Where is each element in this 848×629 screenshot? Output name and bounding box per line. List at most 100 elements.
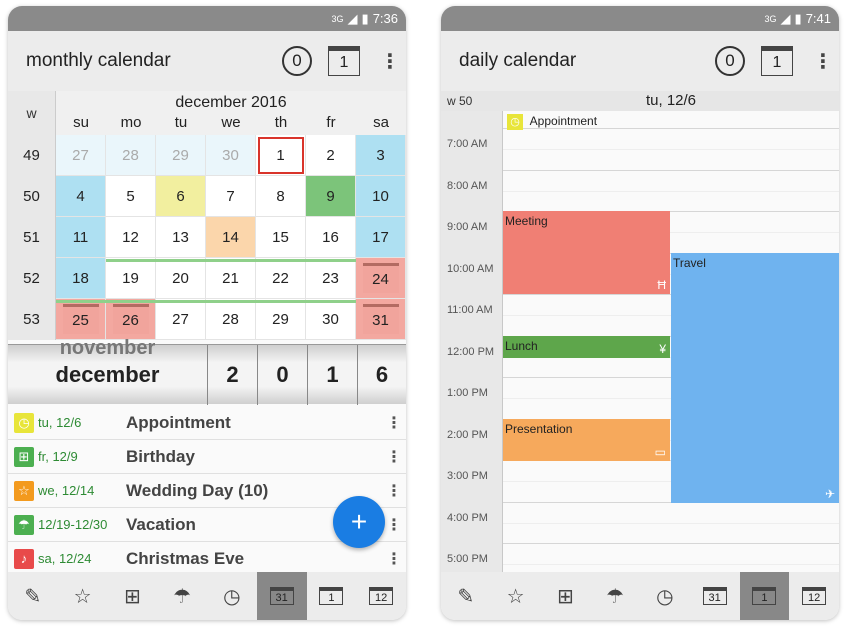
day-cell[interactable]: 27 — [156, 299, 206, 340]
day-cell[interactable]: 19 — [106, 258, 156, 299]
nav-day-button[interactable]: 1 — [739, 572, 790, 620]
month-wheel[interactable]: november december — [8, 337, 208, 405]
year-digit-wheel[interactable]: 2 — [208, 345, 258, 405]
status-bar: 3G ◢ ▮ 7:41 — [441, 6, 839, 31]
day-cell[interactable]: 21 — [206, 258, 256, 299]
day-cell[interactable]: 30 — [206, 135, 256, 176]
day-cell-holiday[interactable]: 31 — [356, 299, 406, 340]
year-digit-wheel[interactable]: 0 — [258, 345, 308, 405]
page-title: monthly calendar — [26, 50, 171, 71]
nav-gift-icon[interactable]: ⊞ — [108, 572, 158, 620]
nav-clock-icon[interactable]: ◷ — [640, 572, 690, 620]
item-menu-icon[interactable]: ⋮ — [382, 413, 406, 433]
list-item[interactable]: ◷ tu, 12/6 Appointment ⋮ — [8, 406, 406, 440]
item-menu-icon[interactable]: ⋮ — [382, 549, 406, 569]
day-cell-wedding[interactable]: 14 — [206, 217, 256, 258]
nav-year-button[interactable]: 12 — [789, 572, 839, 620]
day-timeline[interactable]: 7:00 AM 8:00 AM 9:00 AM 10:00 AM 11:00 A… — [441, 111, 839, 572]
event-presentation[interactable]: Presentation ▭ — [503, 419, 670, 461]
overflow-menu-icon[interactable]: ⋮ — [813, 49, 833, 74]
day-cell[interactable]: 30 — [306, 299, 356, 340]
nav-month-button[interactable]: 31 — [690, 572, 740, 620]
day-cell[interactable]: 5 — [106, 176, 156, 217]
day-cell[interactable]: 3 — [356, 135, 406, 176]
hour-label: 8:00 AM — [447, 180, 488, 192]
status-bar: 3G ◢ ▮ 7:36 — [8, 6, 406, 31]
day-cell[interactable]: 7 — [206, 176, 256, 217]
nav-umbrella-icon[interactable]: ☂ — [157, 572, 207, 620]
network-icon: 3G — [764, 13, 777, 24]
year-digit-wheel[interactable]: 6 — [358, 345, 406, 405]
event-lunch[interactable]: Lunch ¥ — [503, 336, 670, 358]
week-label: w 50 — [447, 94, 473, 108]
day-cell[interactable]: 28 — [206, 299, 256, 340]
nav-day-button[interactable]: 1 — [307, 572, 357, 620]
nav-holidays-icon[interactable]: ✎ — [8, 572, 58, 620]
event-title: Presentation — [505, 422, 573, 436]
nav-star-icon[interactable]: ☆ — [58, 572, 108, 620]
day-label[interactable]: tu, 12/6 — [503, 92, 839, 109]
item-menu-icon[interactable]: ⋮ — [382, 447, 406, 467]
day-cell-appointment[interactable]: 6 — [156, 176, 206, 217]
day-cell[interactable]: 12 — [106, 217, 156, 258]
today-button[interactable]: 1 — [761, 46, 793, 76]
today-count-button[interactable]: 0 — [282, 46, 312, 76]
battery-icon: ▮ — [794, 10, 802, 26]
day-cell[interactable]: 28 — [106, 135, 156, 176]
day-cell[interactable]: 29 — [256, 299, 306, 340]
nav-umbrella-icon[interactable]: ☂ — [590, 572, 640, 620]
day-cell[interactable]: 27 — [56, 135, 106, 176]
tv-icon: ▭ — [654, 445, 666, 459]
day-cell[interactable]: 2 — [306, 135, 356, 176]
nav-month-button[interactable]: 31 — [256, 572, 307, 620]
day-cell[interactable]: 10 — [356, 176, 406, 217]
event-travel[interactable]: Travel ✈ — [671, 253, 839, 503]
today-button[interactable]: 1 — [328, 46, 360, 76]
dow-label: we — [221, 114, 241, 131]
nav-holidays-icon[interactable]: ✎ — [441, 572, 491, 620]
day-cell[interactable]: 11 — [56, 217, 106, 258]
day-cell[interactable]: 20 — [156, 258, 206, 299]
event-list: ◷ tu, 12/6 Appointment ⋮ ⊞ fr, 12/9 Birt… — [8, 406, 406, 576]
nav-gift-icon[interactable]: ⊞ — [541, 572, 591, 620]
list-item[interactable]: ♪ sa, 12/24 Christmas Eve ⋮ — [8, 542, 406, 576]
day-cell[interactable]: 29 — [156, 135, 206, 176]
item-menu-icon[interactable]: ⋮ — [382, 515, 406, 535]
day-cell[interactable]: 8 — [256, 176, 306, 217]
month-label[interactable]: december 2016 — [56, 94, 406, 112]
day-cell[interactable]: 4 — [56, 176, 106, 217]
item-menu-icon[interactable]: ⋮ — [382, 481, 406, 501]
overflow-menu-icon[interactable]: ⋮ — [380, 49, 400, 74]
prev-month-label: november — [59, 337, 156, 359]
nav-year-button[interactable]: 12 — [356, 572, 406, 620]
day-cell[interactable]: 22 — [256, 258, 306, 299]
year-digit-wheel[interactable]: 1 — [308, 345, 358, 405]
date-picker-wheel[interactable]: november december 2 0 1 6 — [8, 337, 406, 405]
day-cell-holiday[interactable]: 25 — [56, 299, 106, 340]
add-event-button[interactable]: + — [333, 496, 385, 548]
day-cell[interactable]: 23 — [306, 258, 356, 299]
nav-star-icon[interactable]: ☆ — [491, 572, 541, 620]
clock-text: 7:36 — [372, 11, 398, 26]
month-header: w december 2016 su mo tu we th fr sa — [8, 91, 406, 135]
day-number: 24 — [362, 263, 399, 293]
dow-label: th — [274, 114, 288, 131]
day-cell[interactable]: 16 — [306, 217, 356, 258]
calendar-day-icon: 1 — [319, 587, 344, 605]
event-meeting[interactable]: Meeting Ħ — [503, 211, 670, 294]
day-cell[interactable]: 17 — [356, 217, 406, 258]
today-count-button[interactable]: 0 — [715, 46, 745, 76]
day-cell[interactable]: 13 — [156, 217, 206, 258]
day-cell-holiday[interactable]: 26 — [106, 299, 156, 340]
event-title: Appointment — [529, 114, 598, 129]
umbrella-icon: ☂ — [14, 514, 34, 535]
day-cell[interactable]: 18 — [56, 258, 106, 299]
day-cell[interactable]: 15 — [256, 217, 306, 258]
day-cell-birthday[interactable]: 9 — [306, 176, 356, 217]
event-appointment[interactable]: ◷ Appointment — [505, 111, 705, 131]
hour-label: 1:00 PM — [447, 387, 488, 399]
nav-clock-icon[interactable]: ◷ — [207, 572, 257, 620]
day-cell-today[interactable]: 1 — [256, 135, 306, 176]
day-cell-holiday[interactable]: 24 — [356, 258, 406, 299]
list-item[interactable]: ⊞ fr, 12/9 Birthday ⋮ — [8, 440, 406, 474]
